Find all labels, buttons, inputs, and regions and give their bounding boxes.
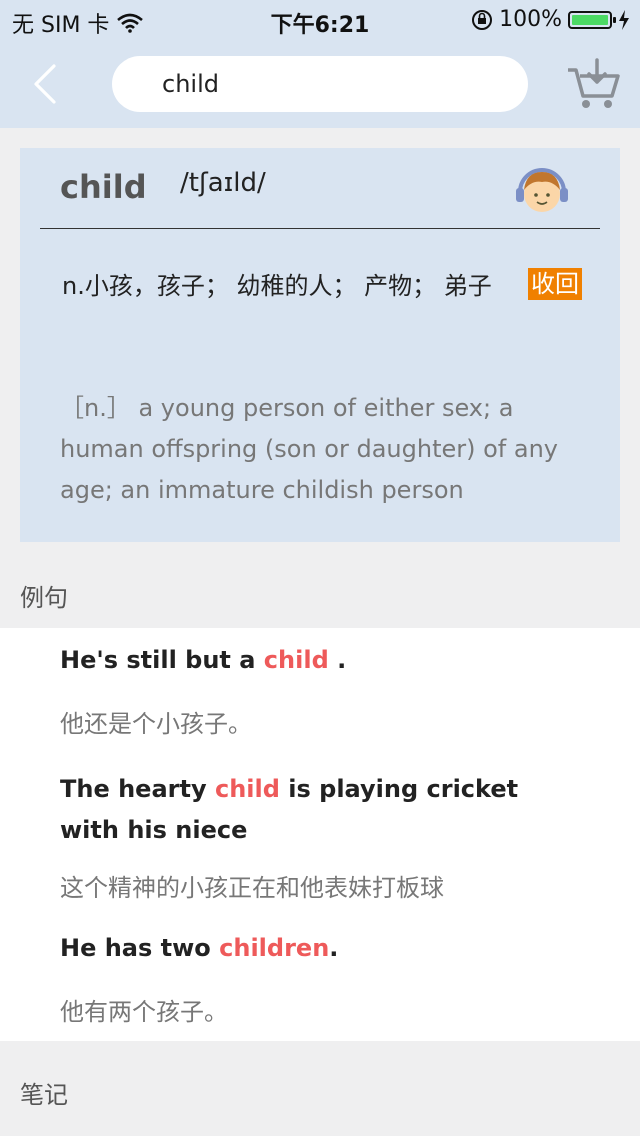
battery-icon [568,10,616,29]
audio-avatar-icon[interactable] [512,158,572,218]
notes-section-title: 笔记 [20,1081,68,1109]
cart-download-icon[interactable] [566,58,622,110]
example-text: He has two [60,934,220,962]
example-cn: 这个精神的小孩正在和他表妹打板球 [60,874,444,902]
example-text: . [328,646,347,674]
example-en: He's still but a child . [60,640,580,681]
definition-card: child /tʃaɪld/ n.小孩，孩子； 幼稚的人； 产物； 弟子 收回 … [20,148,620,542]
example-en: He has two children. [60,928,580,969]
orientation-lock-icon [472,9,493,30]
examples-list: He's still but a child . 他还是个小孩子。 The he… [0,628,640,1041]
battery-fill [572,14,608,25]
example-highlight: child [214,775,280,803]
phonetic: /tʃaɪld/ [180,168,266,198]
example-cn: 他还是个小孩子。 [60,710,252,738]
example-highlight: children [219,934,330,962]
example-text: The hearty [60,775,215,803]
example-cn: 他有两个孩子。 [60,998,228,1026]
back-chevron-icon[interactable] [28,62,68,106]
english-definition: ［n.］ a young person of either sex; a hum… [60,394,558,504]
status-right: 100% [471,7,630,32]
header-divider [40,228,600,229]
charging-icon [619,9,629,30]
examples-section-title: 例句 [20,584,68,612]
headword: child [60,168,147,206]
nav-bar [0,40,640,128]
example-text: . [329,934,339,962]
chinese-definition: n.小孩，孩子； 幼稚的人； 产物； 弟子 [62,272,492,300]
example-en: The hearty child is playing cricket with… [60,769,580,851]
example-highlight: child [263,646,329,674]
example-text: He's still but a [60,646,264,674]
battery-percent: 100% [499,7,562,32]
collapse-button[interactable]: 收回 [528,268,582,300]
status-bar: 无 SIM 卡 下午6:21 100% [0,0,640,40]
search-input[interactable] [112,56,528,112]
